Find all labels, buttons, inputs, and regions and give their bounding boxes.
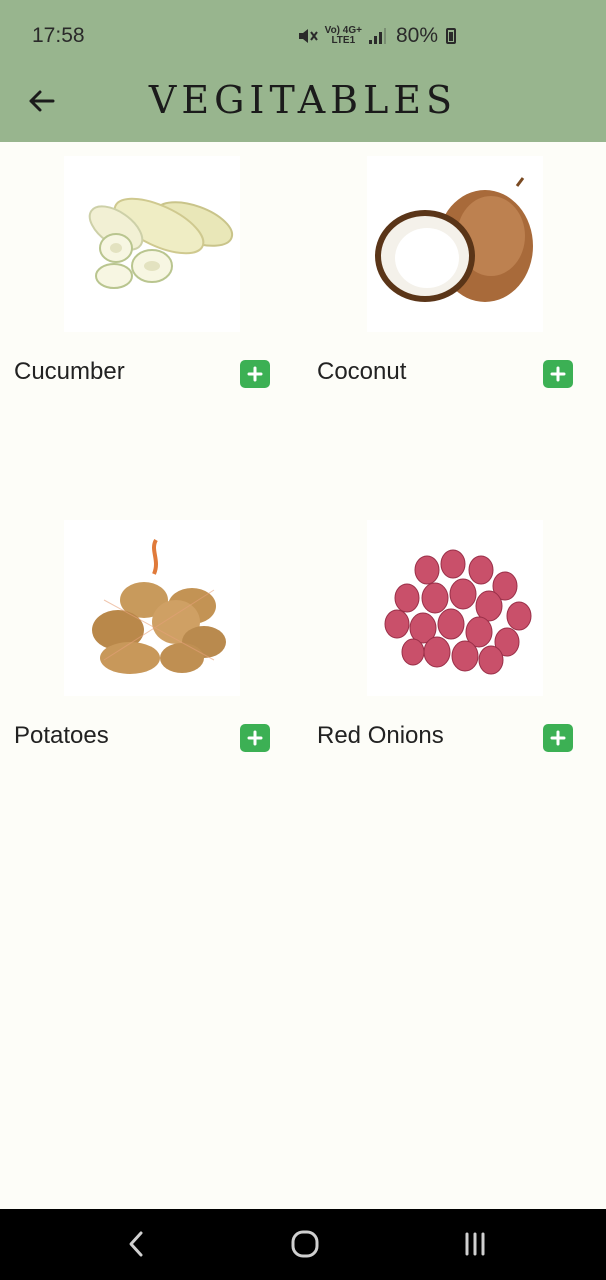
plus-icon (247, 730, 263, 746)
nav-recents-button[interactable] (455, 1227, 495, 1261)
product-card[interactable]: Coconut (303, 150, 593, 400)
plus-icon (550, 366, 566, 382)
product-image (367, 156, 543, 332)
chevron-left-icon (129, 1231, 143, 1257)
recents-bars-icon (465, 1232, 485, 1256)
add-button[interactable] (543, 724, 573, 752)
add-button[interactable] (240, 724, 270, 752)
coconut-image (375, 177, 533, 302)
product-card[interactable]: Red Onions (303, 514, 593, 764)
potatoes-image (92, 538, 226, 674)
network-label: Vo) 4G+ LTE1 (324, 25, 362, 46)
page-title: VEGITABLES (148, 78, 458, 122)
system-nav-bar (0, 1209, 606, 1280)
product-image (64, 156, 240, 332)
product-image (367, 520, 543, 696)
add-button[interactable] (240, 360, 270, 388)
red-onions-image (384, 549, 532, 675)
product-name: Red Onions (317, 722, 444, 749)
signal-icon (368, 28, 386, 44)
nav-home-button[interactable] (285, 1227, 325, 1261)
status-time: 17:58 (32, 24, 85, 47)
plus-icon (247, 366, 263, 382)
product-name: Coconut (317, 358, 407, 385)
product-card[interactable]: Potatoes (0, 514, 290, 764)
product-card[interactable]: Cucumber (0, 150, 290, 400)
add-button[interactable] (543, 360, 573, 388)
battery-icon (446, 28, 456, 44)
app-header: 17:58 Vo) 4G+ LTE1 80% VEGITABLES (0, 0, 606, 142)
status-icons: Vo) 4G+ LTE1 80% (297, 22, 456, 50)
home-circle-icon (291, 1230, 319, 1258)
plus-icon (550, 730, 566, 746)
battery-percent: 80% (395, 24, 438, 47)
cucumber-image (88, 197, 234, 289)
nav-back-button[interactable] (116, 1227, 156, 1261)
product-image (64, 520, 240, 696)
product-name: Potatoes (14, 722, 109, 749)
product-name: Cucumber (14, 358, 125, 385)
mute-icon (298, 29, 318, 43)
